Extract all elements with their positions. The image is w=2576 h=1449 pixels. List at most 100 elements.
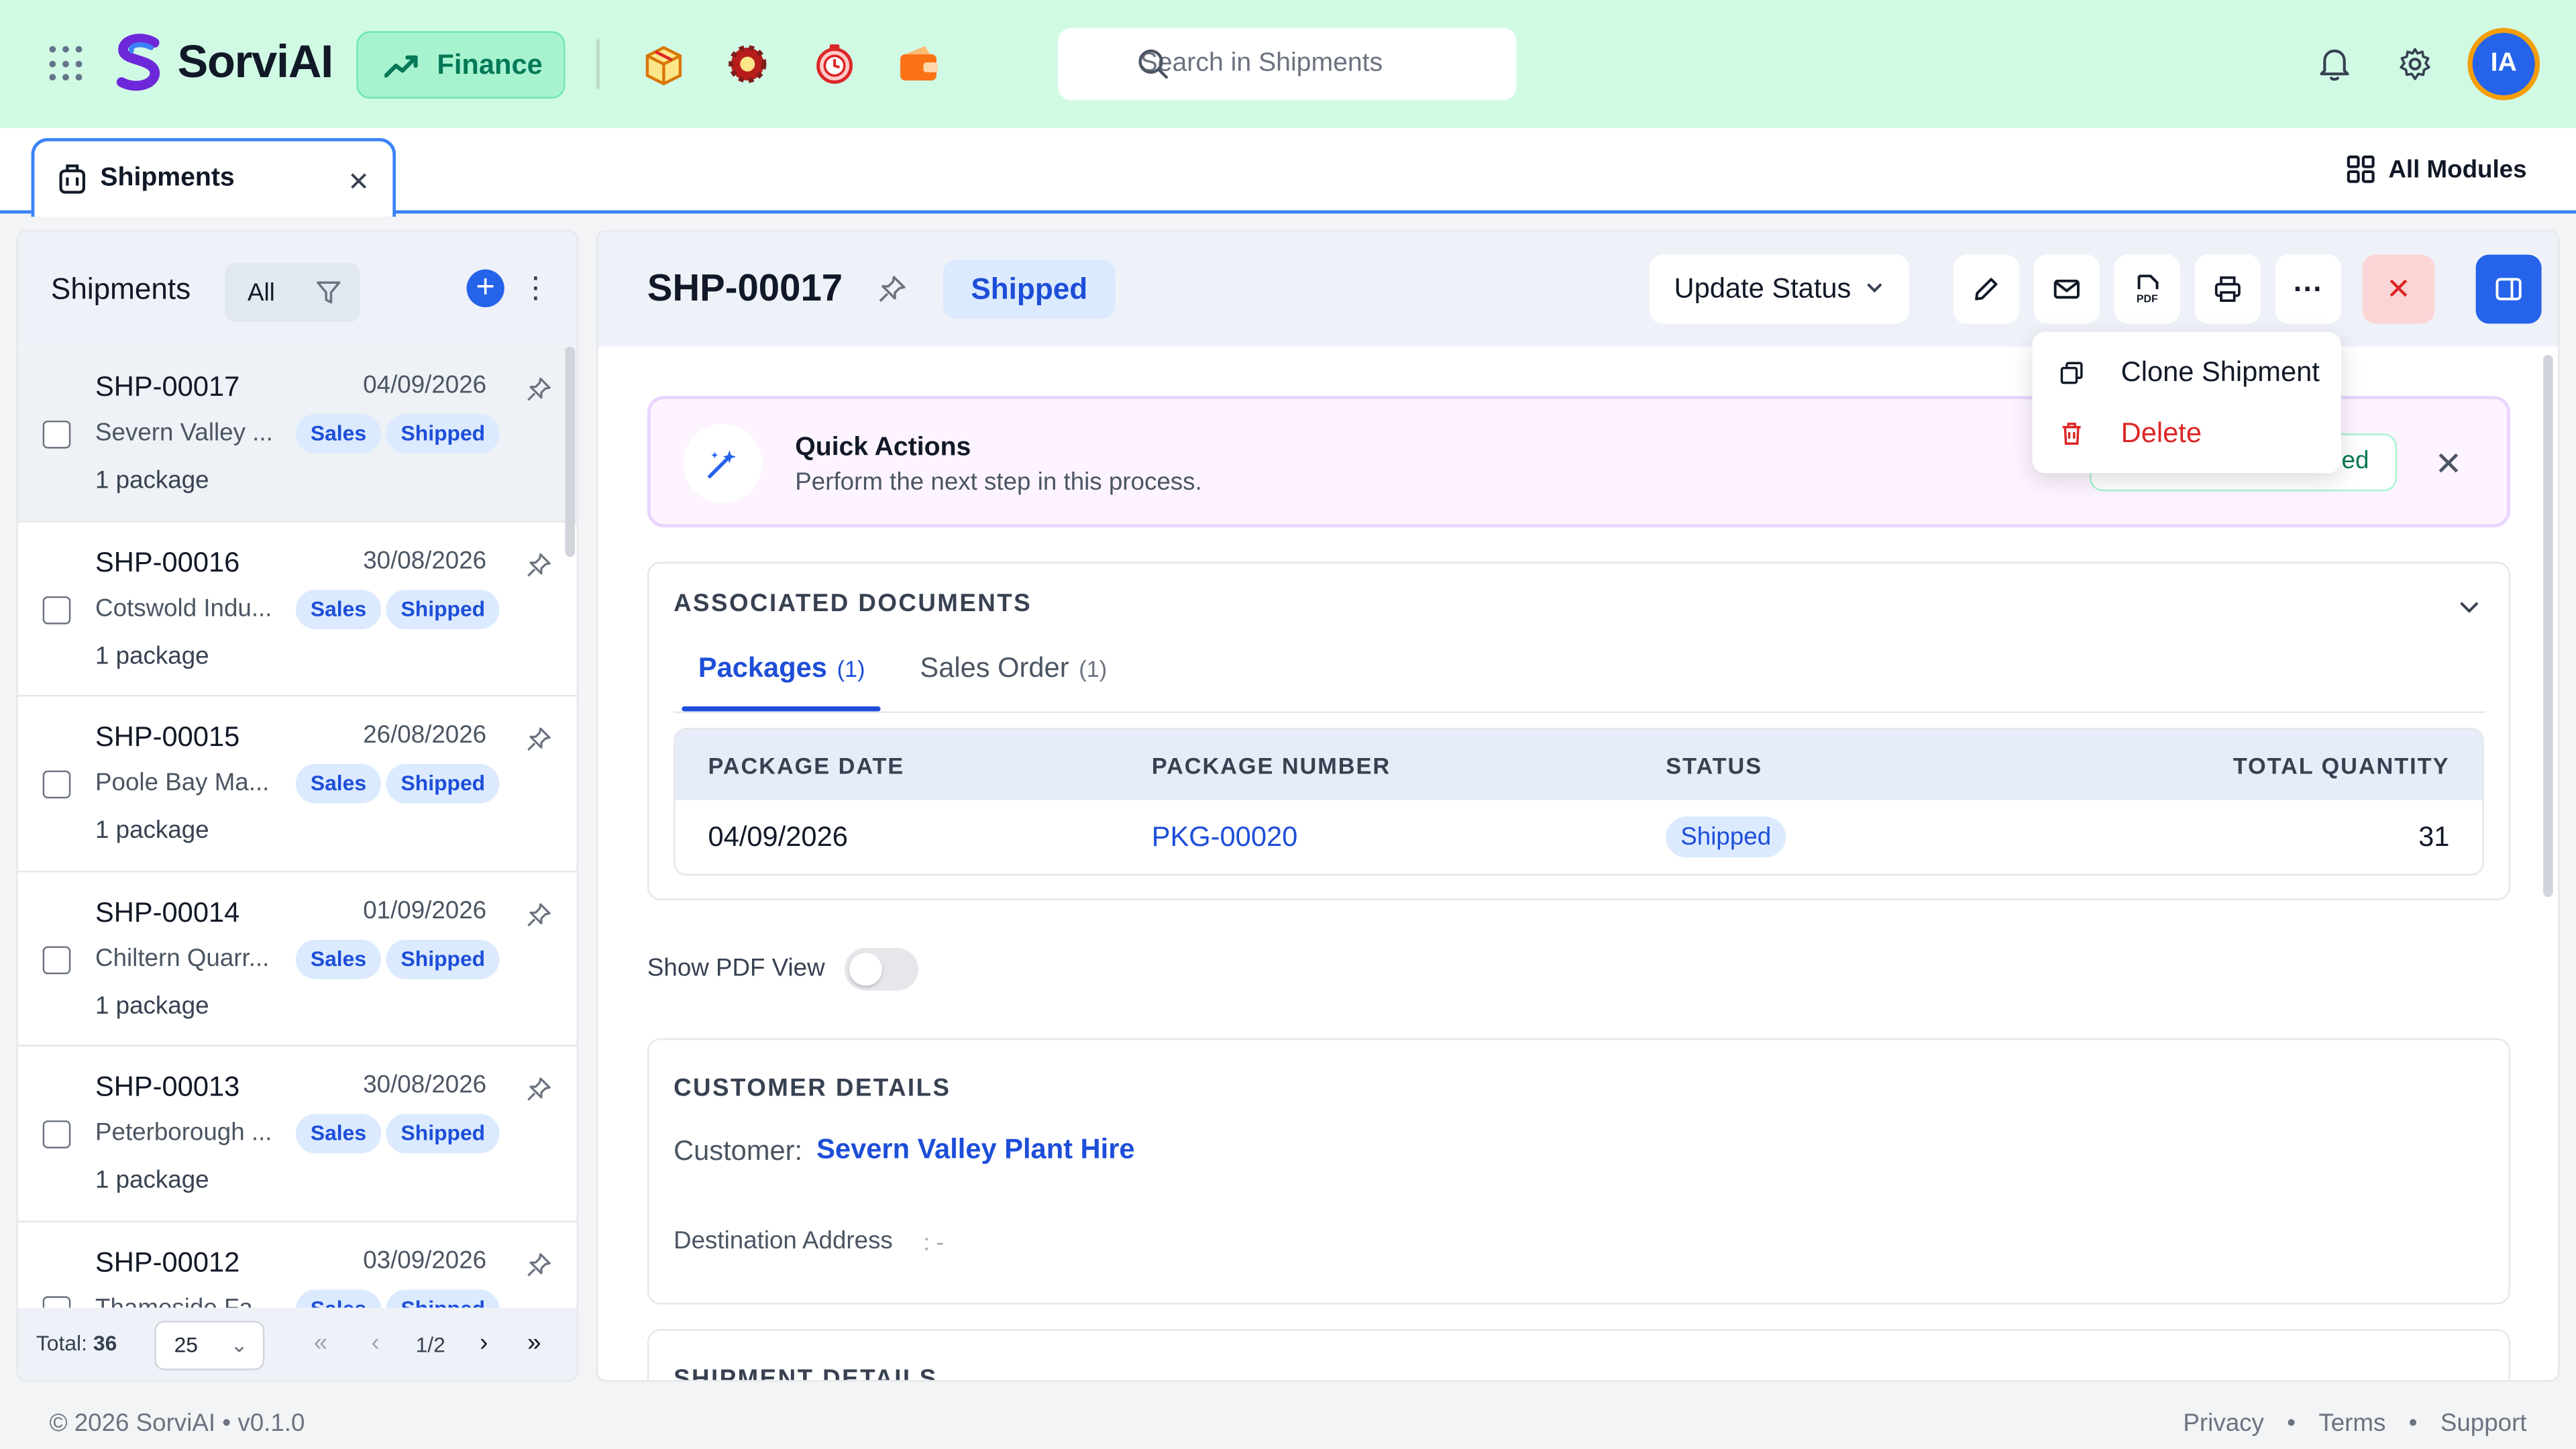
- shipment-list: SHP-00017 04/09/2026 Severn Valley ... S…: [17, 346, 577, 1308]
- svg-text:PDF: PDF: [2137, 294, 2158, 305]
- timer-app-icon[interactable]: [812, 41, 858, 87]
- row-checkbox[interactable]: [42, 420, 71, 449]
- trash-icon: [2062, 423, 2081, 445]
- close-icon[interactable]: ✕: [347, 166, 370, 199]
- row-checkbox[interactable]: [42, 945, 71, 974]
- close-detail-button[interactable]: ✕: [2362, 254, 2435, 324]
- shipment-date: 30/08/2026: [363, 1071, 487, 1099]
- search-input[interactable]: Search in Shipments: [1058, 28, 1517, 101]
- customer-link[interactable]: Severn Valley Plant Hire: [816, 1134, 1134, 1167]
- edit-button[interactable]: [1953, 254, 2019, 324]
- quick-actions-subtitle: Perform the next step in this process.: [795, 468, 1202, 496]
- more-actions-menu: Clone Shipment Delete: [2032, 331, 2341, 474]
- pin-icon[interactable]: [526, 376, 552, 402]
- type-badge: Sales: [295, 938, 382, 979]
- first-page-icon[interactable]: «: [314, 1329, 327, 1357]
- package-count: 1 package: [95, 991, 209, 1020]
- pin-icon[interactable]: [526, 551, 552, 578]
- customer-label: Customer:: [674, 1135, 803, 1167]
- printer-icon: [2214, 276, 2241, 303]
- email-button[interactable]: [2033, 254, 2100, 324]
- row-checkbox[interactable]: [42, 1120, 71, 1148]
- package-count: 1 package: [95, 816, 209, 845]
- bell-icon[interactable]: [2316, 46, 2353, 83]
- all-modules-button[interactable]: All Modules: [2346, 154, 2527, 184]
- status-badge: Shipped: [943, 259, 1116, 319]
- support-link[interactable]: Support: [2440, 1409, 2527, 1438]
- page-size-select[interactable]: 25 ⌄: [154, 1320, 265, 1371]
- next-page-icon[interactable]: ›: [480, 1329, 488, 1357]
- list-item[interactable]: SHP-00015 26/08/2026 Poole Bay Ma... Sal…: [17, 696, 577, 872]
- module-switcher-finance[interactable]: Finance: [356, 31, 566, 99]
- pdf-button[interactable]: PDF: [2114, 254, 2180, 324]
- search-placeholder: Search in Shipments: [1140, 49, 1383, 78]
- package-count: 1 package: [95, 1166, 209, 1195]
- divider: [596, 39, 600, 89]
- list-item[interactable]: SHP-00013 30/08/2026 Peterborough ... Sa…: [17, 1046, 577, 1222]
- pin-icon[interactable]: [526, 1251, 552, 1277]
- status-badge: Shipped: [386, 414, 500, 453]
- table-header: PACKAGE DATE PACKAGE NUMBER STATUS TOTAL…: [675, 729, 2483, 800]
- close-icon[interactable]: ✕: [2434, 443, 2462, 484]
- module-label: Finance: [437, 48, 543, 80]
- shipment-date: 26/08/2026: [363, 721, 487, 749]
- package-count: 1 package: [95, 641, 209, 669]
- list-scrollbar[interactable]: [565, 346, 576, 557]
- shipment-date: 01/09/2026: [363, 896, 487, 924]
- row-checkbox[interactable]: [42, 770, 71, 799]
- row-checkbox[interactable]: [42, 595, 71, 624]
- last-page-icon[interactable]: »: [527, 1329, 541, 1357]
- filter-icon[interactable]: [297, 279, 360, 305]
- terms-link[interactable]: Terms: [2318, 1409, 2385, 1438]
- tab-sales-order[interactable]: Sales Order (1): [920, 652, 1107, 685]
- section-title: SHIPMENT DETAILS: [674, 1365, 938, 1382]
- pagination-bar: Total: 36 25 ⌄ « ‹ 1/2 › »: [17, 1307, 577, 1381]
- magic-wand-icon: [683, 423, 763, 503]
- customer-name: Chiltern Quarr...: [95, 943, 270, 972]
- menu-item-delete[interactable]: Delete: [2059, 409, 2202, 458]
- list-item[interactable]: SHP-00014 01/09/2026 Chiltern Quarr... S…: [17, 871, 577, 1047]
- logo[interactable]: SorviAI: [112, 33, 333, 92]
- associated-documents-card: ASSOCIATED DOCUMENTS Packages (1) Sales O…: [647, 561, 2511, 901]
- privacy-link[interactable]: Privacy: [2183, 1409, 2263, 1438]
- settings-app-icon[interactable]: [724, 41, 771, 87]
- avatar[interactable]: IA: [2467, 28, 2540, 101]
- package-count: 1 package: [95, 466, 209, 495]
- package-number-link[interactable]: PKG-00020: [1152, 821, 1298, 854]
- pin-icon[interactable]: [526, 726, 552, 752]
- gear-icon[interactable]: [2397, 46, 2433, 83]
- more-actions-button[interactable]: ···: [2275, 254, 2341, 324]
- column-header: PACKAGE NUMBER: [1151, 752, 1391, 779]
- chevron-down-icon[interactable]: [2456, 593, 2482, 619]
- print-button[interactable]: [2194, 254, 2261, 324]
- list-item[interactable]: SHP-00017 04/09/2026 Severn Valley ... S…: [17, 346, 577, 522]
- filter-group: All: [225, 262, 360, 323]
- app-launcher-icon[interactable]: [49, 46, 85, 83]
- package-app-icon[interactable]: [641, 41, 687, 87]
- pdf-view-toggle[interactable]: [844, 948, 918, 991]
- more-options-icon[interactable]: ⋮: [521, 271, 550, 305]
- package-date: 04/09/2026: [708, 821, 848, 853]
- toggle-panel-button[interactable]: [2475, 254, 2542, 324]
- wallet-app-icon[interactable]: [896, 41, 942, 87]
- prev-page-icon[interactable]: ‹: [371, 1329, 379, 1357]
- column-header: TOTAL QUANTITY: [2233, 752, 2450, 779]
- view-filter-all[interactable]: All: [225, 278, 298, 307]
- table-row[interactable]: 04/09/2026 PKG-00020 Shipped 31: [676, 800, 2483, 874]
- app-name: SorviAI: [177, 36, 333, 87]
- list-item[interactable]: SHP-00012 03/09/2026 Thameside Fa... Sal…: [18, 1222, 577, 1308]
- customer-name: Poole Bay Ma...: [95, 769, 270, 797]
- tab-packages[interactable]: Packages (1): [698, 652, 865, 685]
- update-status-button[interactable]: Update Status: [1649, 254, 1909, 324]
- menu-item-clone[interactable]: Clone Shipment: [2059, 348, 2320, 397]
- list-item[interactable]: SHP-00016 30/08/2026 Cotswold Indu... Sa…: [17, 522, 577, 697]
- detail-scrollbar[interactable]: [2543, 354, 2553, 898]
- add-shipment-button[interactable]: +: [466, 269, 504, 307]
- pin-icon[interactable]: [526, 901, 552, 927]
- column-header: STATUS: [1666, 752, 1763, 779]
- ellipsis-icon: ···: [2293, 272, 2323, 306]
- pin-icon[interactable]: [877, 274, 907, 304]
- pin-icon[interactable]: [526, 1076, 552, 1102]
- row-checkbox[interactable]: [42, 1295, 71, 1308]
- tab-shipments[interactable]: Shipments ✕: [31, 138, 396, 217]
